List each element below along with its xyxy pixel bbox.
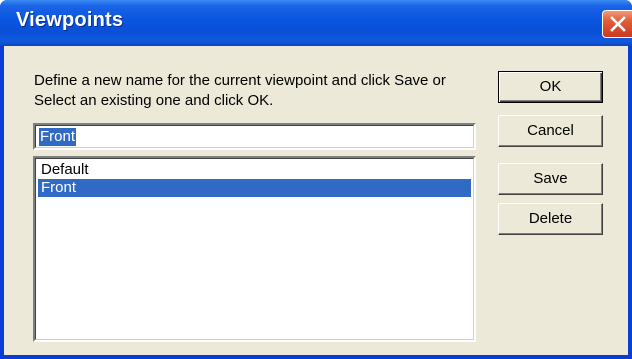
list-item-front[interactable]: Front [38,179,471,197]
viewpoints-listbox[interactable]: Default Front [33,156,476,342]
close-x-icon [610,16,626,32]
delete-button[interactable]: Delete [498,203,603,235]
dialog-client-area: Define a new name for the current viewpo… [4,46,628,355]
viewpoints-dialog: Viewpoints Define a new name for the cur… [0,0,632,359]
viewpoint-name-value[interactable]: Front [39,128,77,146]
window-title: Viewpoints [16,9,124,31]
viewpoint-name-field[interactable]: Front [33,123,476,150]
title-bar[interactable]: Viewpoints [0,0,632,46]
list-item-default[interactable]: Default [38,161,471,179]
close-button[interactable] [602,10,632,38]
cancel-button[interactable]: Cancel [498,115,603,147]
instructions-text: Define a new name for the current viewpo… [34,72,446,109]
ok-button[interactable]: OK [498,71,603,103]
save-button[interactable]: Save [498,163,603,195]
